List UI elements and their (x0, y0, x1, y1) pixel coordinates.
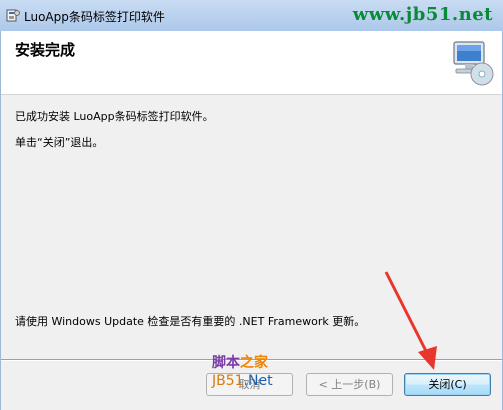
site-watermark: www.jb51.net (352, 4, 493, 25)
header-banner: 安装完成 (1, 31, 502, 95)
logo-text-c: JB51 (212, 373, 244, 389)
back-button[interactable]: < 上一步(B) (306, 373, 393, 396)
logo-text-d: .Net (243, 373, 273, 389)
setup-computer-cd-icon (453, 41, 494, 86)
exit-instruction-text: 单击“关闭”退出。 (15, 136, 104, 149)
window-border-left (0, 31, 1, 410)
window-title: LuoApp条码标签打印软件 (24, 10, 165, 24)
installer-app-icon (6, 9, 20, 22)
close-button[interactable]: 关闭(C) (404, 373, 491, 396)
title-bar[interactable]: LuoApp条码标签打印软件 www.jb51.net (0, 0, 503, 31)
logo-text-a: 脚本 (212, 355, 240, 371)
logo-text-b: 之家 (240, 355, 268, 371)
logo-watermark-line2: JB51.Net (212, 373, 273, 389)
content-area: 已成功安装 LuoApp条码标签打印软件。 单击“关闭”退出。 请使用 Wind… (1, 95, 502, 357)
windows-update-text: 请使用 Windows Update 检查是否有重要的 .NET Framewo… (15, 315, 366, 328)
logo-watermark-line1: 脚本之家 (212, 352, 268, 372)
installer-window: LuoApp条码标签打印软件 www.jb51.net 安装完成 已成功安装 L… (0, 0, 503, 410)
install-success-text: 已成功安装 LuoApp条码标签打印软件。 (15, 110, 214, 123)
page-title: 安装完成 (15, 41, 76, 59)
